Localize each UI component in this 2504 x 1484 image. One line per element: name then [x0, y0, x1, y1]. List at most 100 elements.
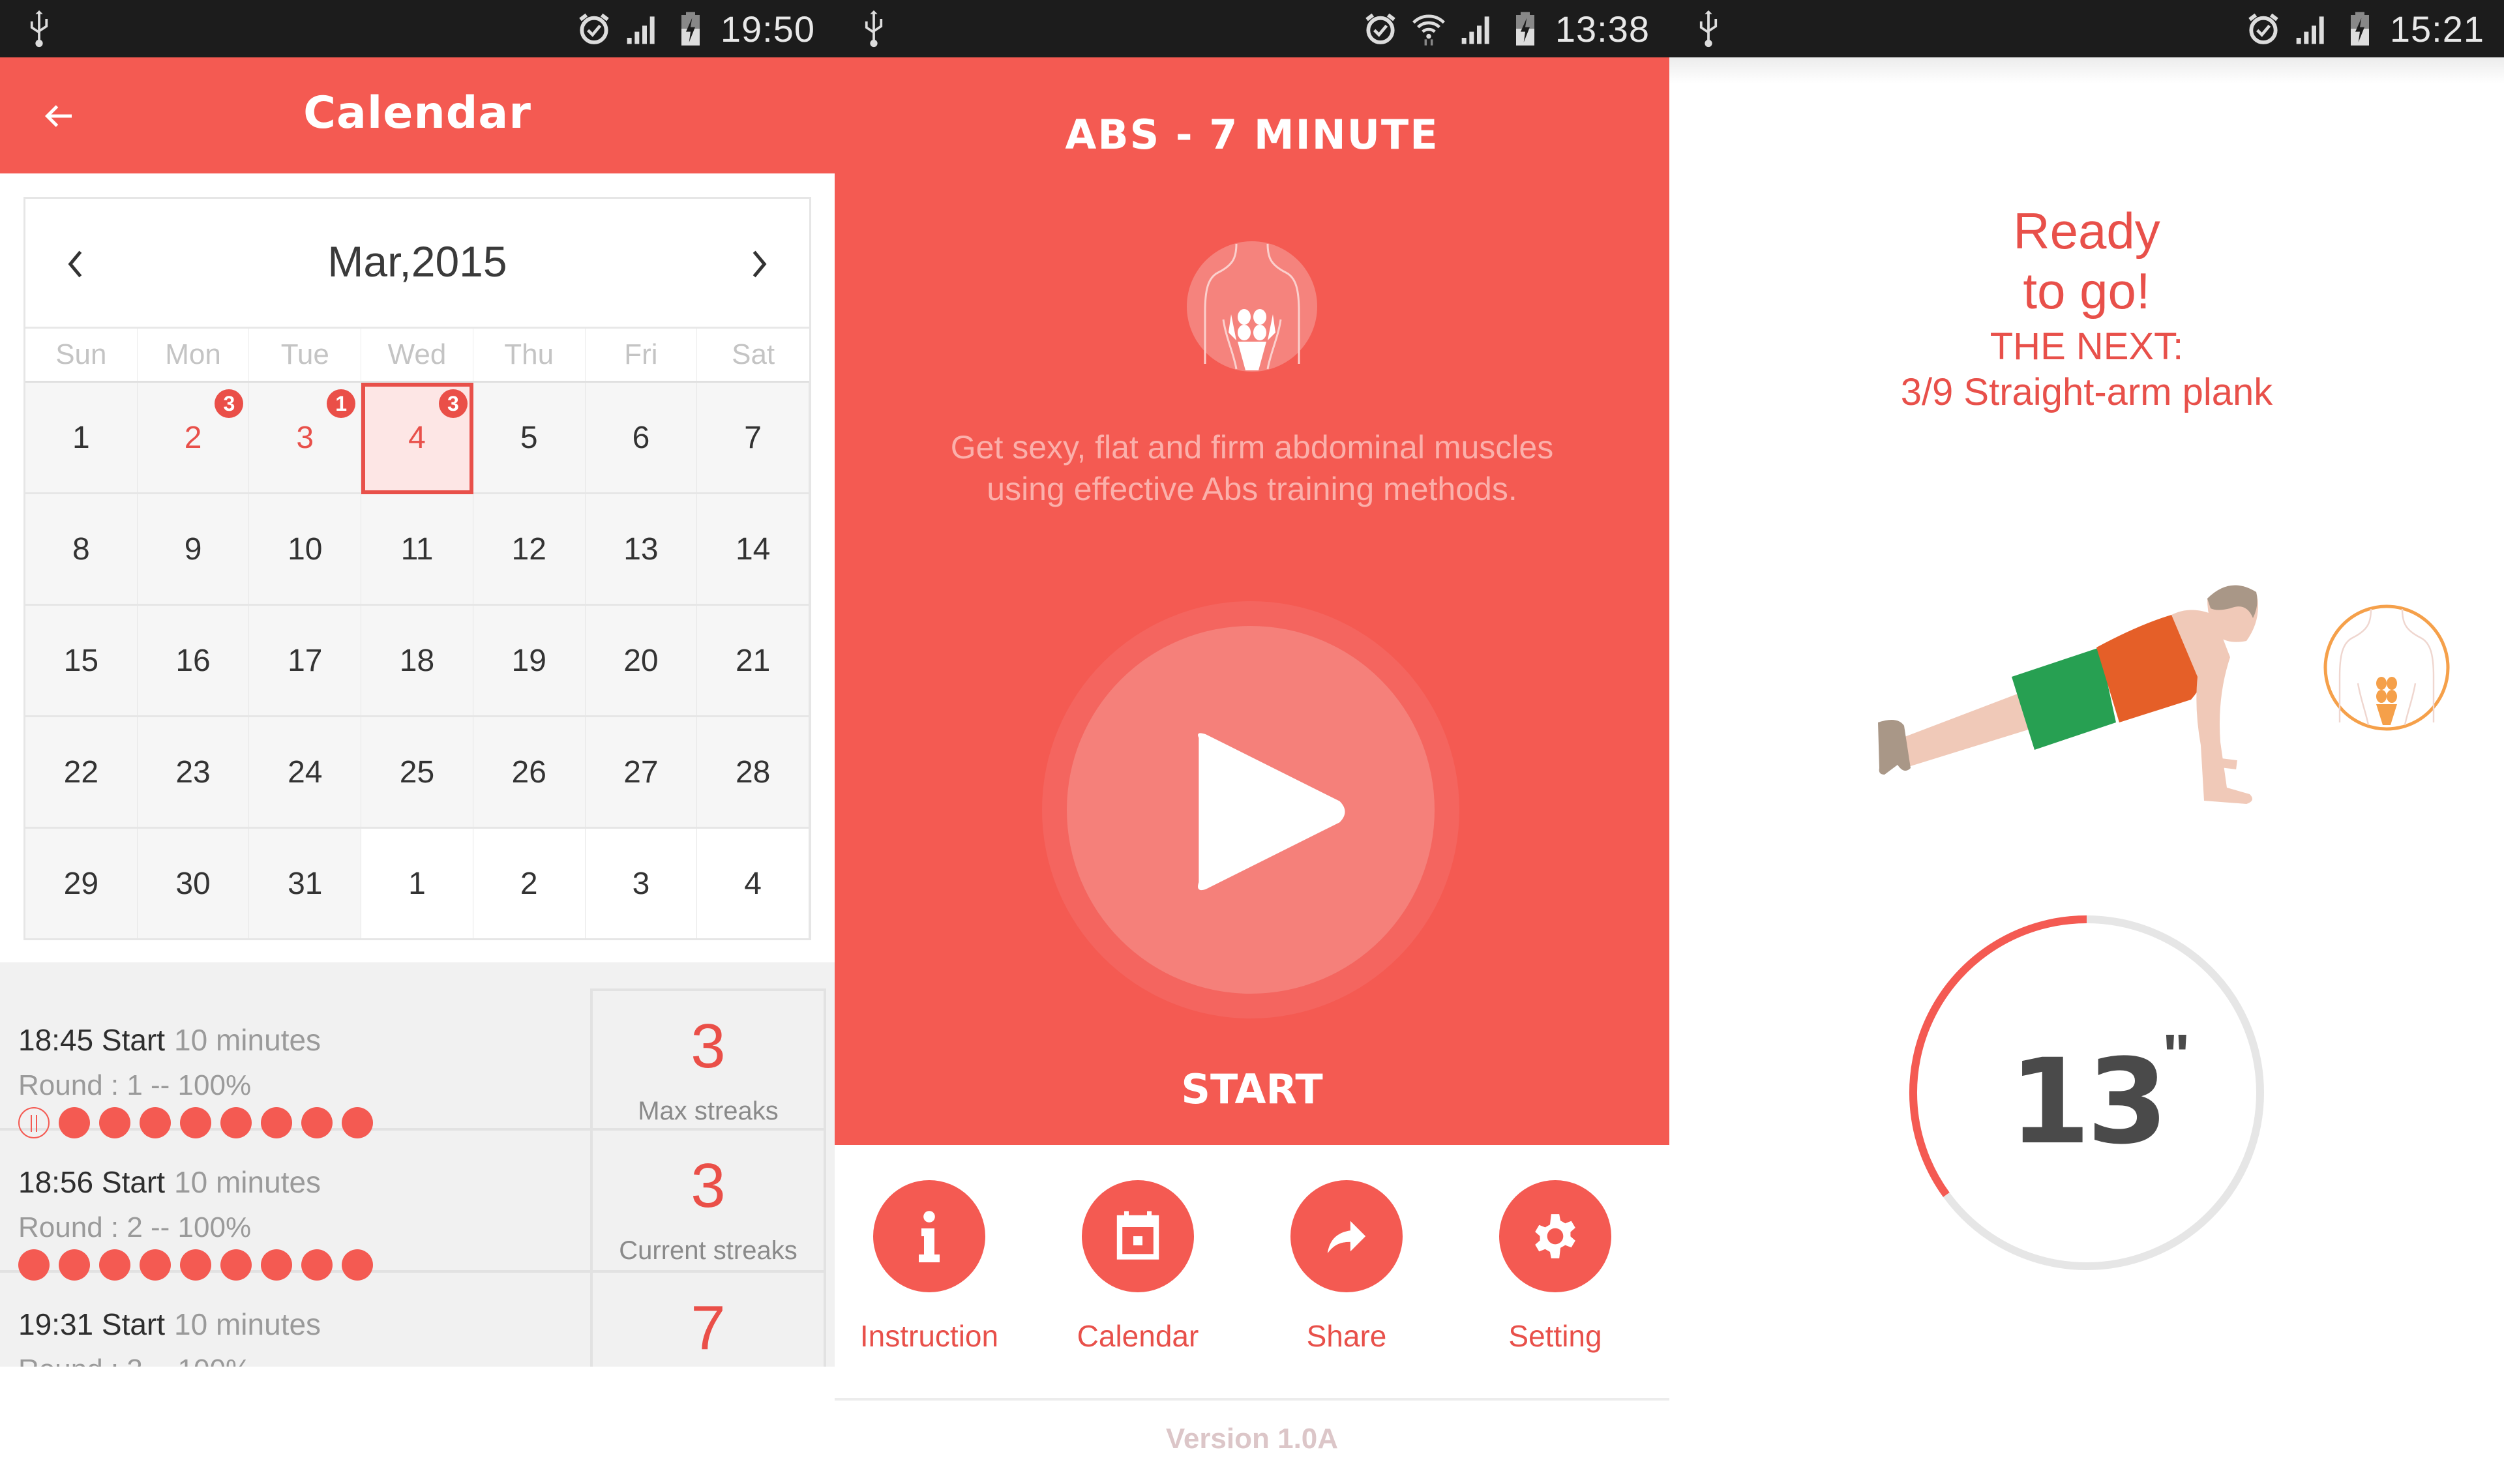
weekday-label: Sun [25, 329, 138, 381]
start-label[interactable]: START [835, 1065, 1669, 1113]
weekday-label: Tue [249, 329, 362, 381]
day-number: 4 [744, 866, 762, 901]
day-number: 18 [399, 643, 435, 678]
calendar-day[interactable]: 31 [249, 383, 362, 494]
version-label: Version 1.0A [1165, 1423, 1339, 1455]
streak-stat: 3 Max streaks [590, 988, 826, 1131]
calendar-day[interactable]: 2 [473, 829, 586, 940]
share-label: Share [1306, 1319, 1387, 1353]
ready-screen: 15:21 Ready to go! THE NEXT: 3/9 Straigh… [1669, 0, 2504, 1484]
session-duration: 10 minutes [174, 1165, 321, 1199]
timer-unit: " [2162, 1023, 2190, 1088]
session-duration: 10 minutes [174, 1023, 321, 1057]
target-muscle-abs-icon [2323, 604, 2450, 731]
session-duration: 10 minutes [174, 1307, 321, 1341]
countdown-timer: 13 " [1904, 910, 2269, 1275]
streak-stat: 3 Current streaks [590, 1131, 826, 1273]
day-number: 9 [184, 531, 202, 567]
calendar-day[interactable]: 26 [473, 717, 586, 829]
signal-icon [1461, 16, 1489, 44]
calendar-day[interactable]: 18 [361, 606, 473, 717]
calendar-day[interactable]: 1 [25, 383, 138, 494]
battery-charging-icon [681, 12, 700, 46]
session-row[interactable]: 18:45 Start 10 minutes Round : 1 -- 100% [0, 988, 590, 1138]
setting-button[interactable]: Setting [1477, 1180, 1633, 1354]
chevron-right-icon [753, 250, 767, 278]
day-number: 16 [175, 643, 211, 678]
next-exercise-name: 3/9 Straight-arm plank [1900, 371, 2273, 413]
next-month-button[interactable] [738, 238, 783, 290]
calendar-day[interactable]: 28 [697, 717, 809, 829]
calendar-day[interactable]: 3 [585, 829, 698, 940]
calendar-day[interactable]: 29 [25, 829, 138, 940]
day-number: 20 [623, 643, 659, 678]
calendar-day[interactable]: 9 [137, 494, 250, 606]
calendar-day-selected[interactable]: 43 [361, 383, 473, 494]
calendar-day[interactable]: 21 [697, 606, 809, 717]
calendar-day[interactable]: 19 [473, 606, 586, 717]
divider [835, 1398, 1669, 1401]
calendar-day[interactable]: 10 [249, 494, 362, 606]
calendar-day[interactable]: 24 [249, 717, 362, 829]
calendar-day[interactable]: 13 [585, 494, 698, 606]
calendar-day[interactable]: 11 [361, 494, 473, 606]
calendar-day[interactable]: 30 [137, 829, 250, 940]
day-number: 23 [175, 754, 211, 790]
streak-value: 3 [691, 1151, 726, 1221]
day-number: 26 [511, 754, 546, 790]
day-number: 19 [511, 643, 546, 678]
ready-line-1: Ready [2013, 202, 2160, 260]
calendar-day[interactable]: 1 [361, 829, 473, 940]
instruction-button[interactable]: Instruction [851, 1180, 1007, 1354]
calendar-day[interactable]: 31 [249, 829, 362, 940]
calendar-day[interactable]: 25 [361, 717, 473, 829]
session-row[interactable]: 18:56 Start 10 minutes Round : 2 -- 100% [0, 1131, 590, 1281]
calendar-day[interactable]: 20 [585, 606, 698, 717]
play-button[interactable] [1042, 601, 1459, 1018]
calendar-day[interactable]: 22 [25, 717, 138, 829]
day-number: 15 [63, 643, 99, 678]
day-number: 3 [632, 866, 650, 901]
day-number: 30 [175, 866, 211, 901]
streak-label: Current streaks [619, 1236, 797, 1265]
day-number: 28 [735, 754, 771, 790]
abs-torso-icon [1187, 241, 1317, 372]
calendar-day[interactable]: 27 [585, 717, 698, 829]
session-start: 18:56 Start 10 minutes [18, 1165, 321, 1200]
day-number: 13 [623, 531, 659, 567]
calendar-day[interactable]: 23 [137, 383, 250, 494]
calendar-day[interactable]: 12 [473, 494, 586, 606]
day-number: 12 [511, 531, 546, 567]
day-number: 1 [72, 420, 90, 455]
app-description: Get sexy, flat and firm abdominal muscle… [835, 426, 1669, 510]
gear-icon [1535, 1214, 1575, 1258]
calendar-day[interactable]: 23 [137, 717, 250, 829]
status-bar: 19:50 [0, 0, 835, 57]
setting-label: Setting [1508, 1319, 1602, 1353]
instruction-label: Instruction [859, 1319, 999, 1353]
workout-count-badge: 3 [215, 389, 244, 418]
calendar-day[interactable]: 5 [473, 383, 586, 494]
weekday-label: Thu [473, 329, 586, 381]
day-number: 4 [408, 420, 426, 455]
ready-line-2: to go! [2023, 262, 2151, 319]
workout-count-badge: 3 [438, 389, 468, 418]
calendar-day[interactable]: 15 [25, 606, 138, 717]
next-label: THE NEXT: [1990, 325, 2184, 368]
calendar-day[interactable]: 8 [25, 494, 138, 606]
weekday-label: Wed [361, 329, 473, 381]
ready-body: Ready to go! THE NEXT: 3/9 Straight-arm … [1669, 57, 2504, 1484]
play-icon [1198, 733, 1345, 891]
calendar-day[interactable]: 17 [249, 606, 362, 717]
calendar-day[interactable]: 16 [137, 606, 250, 717]
status-time: 15:21 [2389, 8, 2484, 50]
day-number: 27 [623, 754, 659, 790]
weekday-label: Fri [586, 329, 698, 381]
calendar-day[interactable]: 6 [585, 383, 698, 494]
calendar-day[interactable]: 7 [697, 383, 809, 494]
calendar-button[interactable]: Calendar [1060, 1180, 1216, 1354]
day-number: 5 [520, 420, 538, 455]
calendar-day[interactable]: 14 [697, 494, 809, 606]
share-button[interactable]: Share [1268, 1180, 1425, 1354]
calendar-day[interactable]: 4 [697, 829, 809, 940]
